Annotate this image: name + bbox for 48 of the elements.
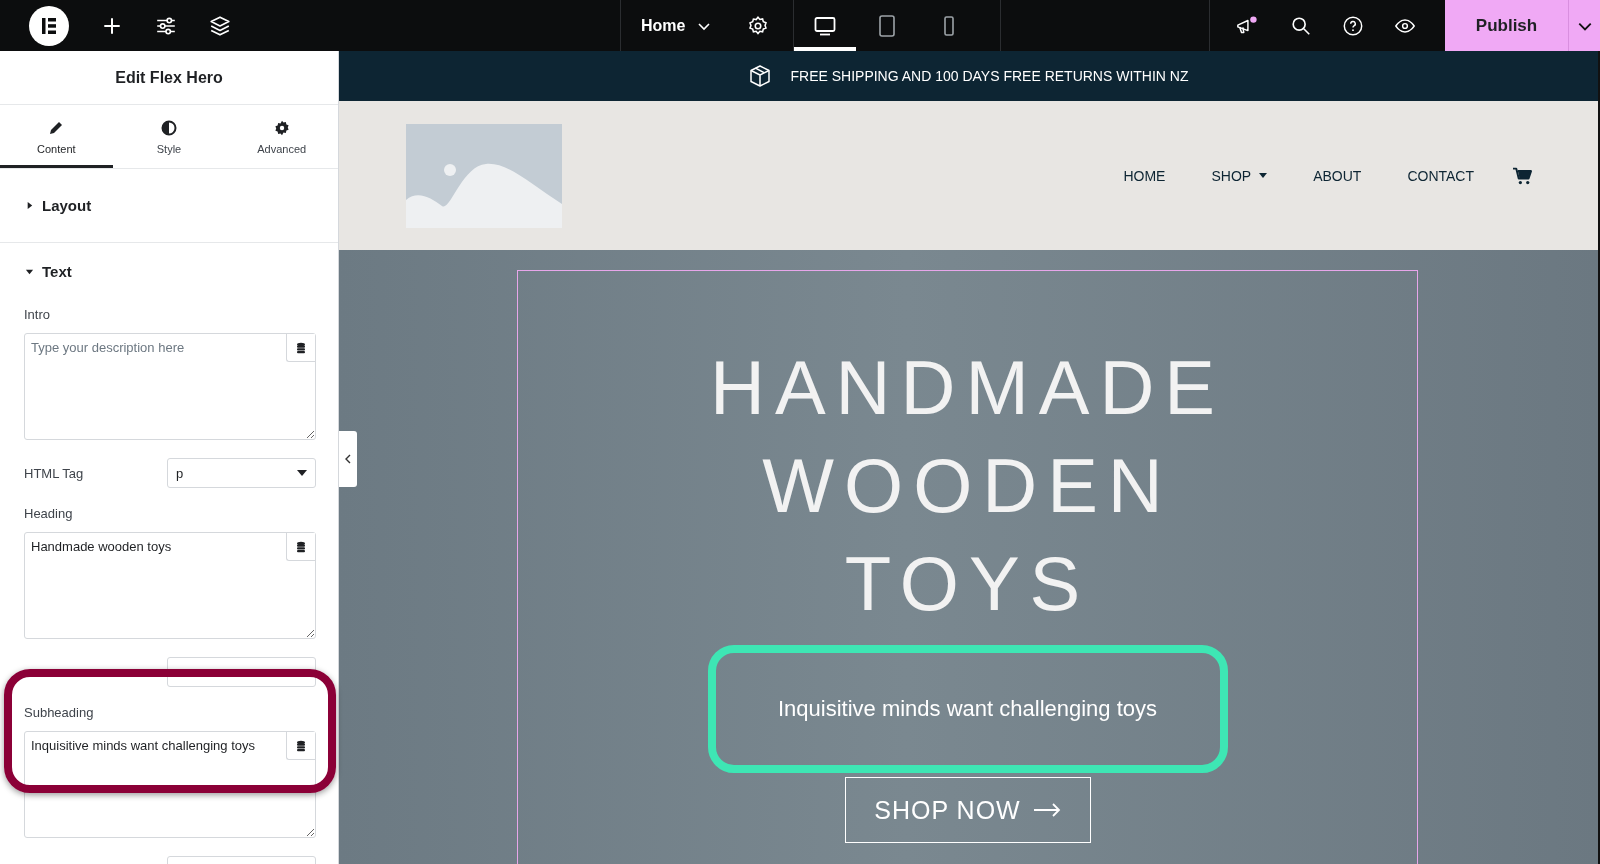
half-circle-icon [161, 119, 177, 136]
field-label: HTML Tag [24, 465, 85, 481]
collapse-panel-button[interactable] [339, 431, 357, 487]
nav-link[interactable]: SHOP [1211, 167, 1268, 184]
hero-subheading: Inquisitive minds want challenging toys [777, 696, 1158, 722]
help-icon[interactable] [1342, 14, 1364, 37]
panel-tab[interactable]: Style [112, 105, 226, 168]
nav-link[interactable]: HOME [1123, 167, 1166, 184]
panel-tab[interactable]: Advanced [225, 105, 338, 168]
hero-heading: HANDMADE WOODEN TOYS [709, 344, 1226, 628]
chevron-left-icon [344, 453, 352, 465]
arrow-right-icon [1032, 803, 1061, 817]
layers-icon[interactable] [209, 14, 231, 37]
field-label: Heading [24, 506, 74, 521]
text-area[interactable]: Type your description here [24, 333, 316, 440]
section-toggle[interactable]: Layout [0, 169, 92, 242]
field-label: Subheading [24, 705, 95, 720]
pencil-icon [48, 119, 65, 136]
package-icon [748, 64, 773, 88]
gear-icon [273, 119, 290, 136]
cart-icon[interactable] [1512, 166, 1532, 185]
sliders-icon[interactable] [155, 14, 177, 37]
dynamic-tags-button[interactable] [286, 732, 315, 760]
caret-down-icon [297, 470, 307, 476]
logo-icon[interactable] [29, 5, 69, 46]
page-menu[interactable]: Home [639, 16, 712, 35]
database-icon [296, 341, 306, 354]
announcement-text: FREE SHIPPING AND 100 DAYS FREE RETURNS WITHIN NZ [790, 68, 1189, 84]
caret-down-icon [1259, 173, 1268, 178]
dynamic-tags-button[interactable] [286, 334, 315, 362]
caret-right-icon [25, 201, 34, 210]
panel-tab[interactable]: Content [0, 105, 113, 168]
text-area[interactable]: Inquisitive minds want challenging toys [24, 731, 316, 838]
nav-link[interactable]: CONTACT [1407, 167, 1474, 184]
database-icon [296, 540, 306, 553]
publish-button[interactable]: Publish [1445, 0, 1568, 51]
select-field[interactable] [167, 657, 316, 687]
section-toggle[interactable]: Text [0, 243, 72, 295]
nav-link[interactable]: ABOUT [1313, 167, 1362, 184]
database-icon [296, 739, 306, 752]
field-label: Intro [24, 307, 51, 322]
panel-title: Edit Flex Hero [115, 68, 223, 87]
dynamic-tags-button[interactable] [286, 533, 315, 561]
settings-icon[interactable] [747, 14, 770, 37]
select-field[interactable]: p [167, 458, 316, 488]
search-icon[interactable] [1290, 14, 1312, 37]
shop-now-button[interactable]: SHOP NOW [844, 777, 1091, 843]
text-area[interactable]: Handmade wooden toys [24, 532, 316, 639]
